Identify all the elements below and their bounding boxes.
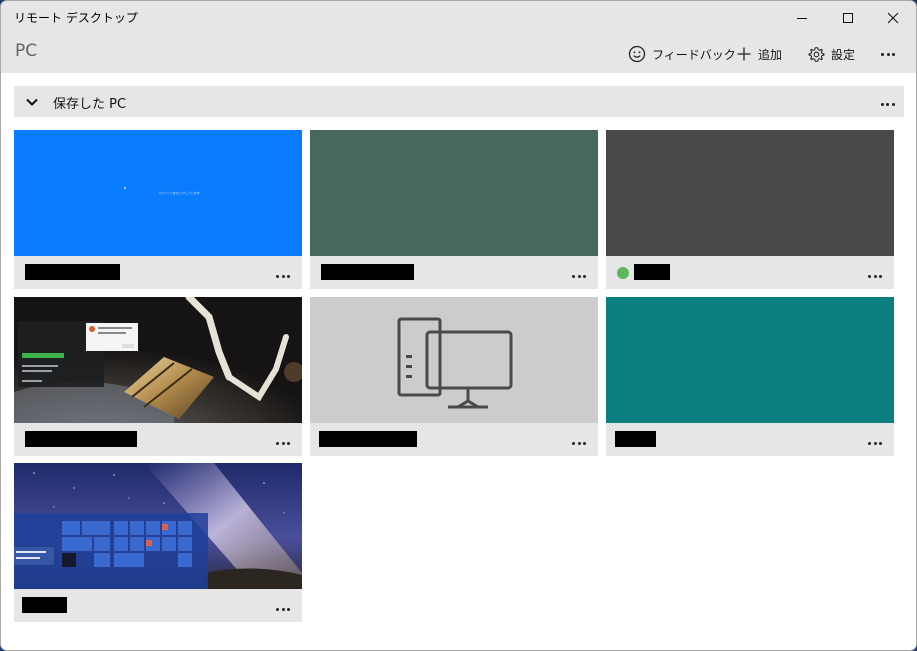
pc-thumbnail[interactable] (310, 297, 598, 423)
group-label: 保存した PC (53, 97, 127, 112)
app-window: リモート デスクトップ PC フィードバック 追加 設定 保存した PC スクリ… (0, 0, 917, 651)
add-button[interactable]: 追加 (736, 41, 782, 67)
milky-way-start-menu (14, 463, 302, 589)
pc-tile-footer (14, 423, 302, 456)
more-icon[interactable] (879, 94, 896, 113)
pc-tile[interactable] (310, 297, 598, 456)
cursor-dot (124, 187, 126, 189)
redacted-pc-name (25, 431, 137, 447)
smiley-icon (628, 45, 646, 63)
title-bar: リモート デスクトップ PC フィードバック 追加 設定 (1, 1, 916, 73)
pc-tile-footer (606, 423, 894, 456)
pc-tile-footer (14, 589, 302, 622)
space-station-wallpaper (14, 297, 302, 423)
pc-tile[interactable] (14, 463, 302, 622)
plus-icon (737, 47, 751, 61)
chevron-down-icon (26, 98, 38, 106)
pc-tile-footer (14, 256, 302, 289)
maximize-button[interactable] (825, 1, 871, 34)
more-icon[interactable] (867, 266, 885, 278)
feedback-button[interactable]: フィードバック (628, 41, 736, 67)
pc-thumbnail[interactable] (14, 463, 302, 589)
minimize-icon (797, 17, 807, 19)
pc-tile-footer (310, 256, 598, 289)
more-icon[interactable] (867, 433, 885, 445)
close-icon (887, 12, 899, 23)
close-button[interactable] (870, 1, 916, 34)
desktop-pc-icon (397, 317, 513, 409)
gear-icon (808, 46, 825, 62)
window-title: リモート デスクトップ (14, 11, 138, 25)
more-icon[interactable] (275, 266, 293, 278)
pc-thumbnail[interactable] (14, 297, 302, 423)
more-icon (880, 47, 897, 61)
more-icon[interactable] (571, 266, 589, 278)
redacted-pc-name (25, 264, 120, 280)
more-icon[interactable] (275, 433, 293, 445)
pc-tile[interactable] (310, 130, 598, 289)
redacted-pc-name (615, 431, 656, 447)
page-title: PC (15, 41, 38, 61)
pc-thumbnail[interactable] (310, 130, 598, 256)
pc-tile-footer (606, 256, 894, 289)
more-icon[interactable] (275, 599, 293, 611)
lock-screen-text: スクリーンをロックしています (158, 191, 200, 195)
pc-tile[interactable] (606, 297, 894, 456)
feedback-label: フィードバック (652, 47, 736, 62)
redacted-pc-name (319, 431, 417, 447)
pc-tile[interactable] (606, 130, 894, 289)
redacted-pc-name (22, 597, 67, 613)
redacted-pc-name (634, 264, 670, 280)
pc-thumbnail[interactable] (606, 297, 894, 423)
more-icon[interactable] (571, 433, 589, 445)
more-button[interactable] (880, 41, 897, 67)
pc-thumbnail[interactable]: スクリーンをロックしています (14, 130, 302, 256)
settings-label: 設定 (831, 47, 856, 62)
saved-pcs-group-header[interactable]: 保存した PC (14, 86, 904, 117)
minimize-button[interactable] (779, 1, 825, 34)
pc-tile[interactable]: スクリーンをロックしています (14, 130, 302, 289)
pc-tile[interactable] (14, 297, 302, 456)
settings-button[interactable]: 設定 (808, 41, 855, 67)
online-status-icon (617, 267, 629, 279)
pc-thumbnail[interactable] (606, 130, 894, 256)
redacted-pc-name (321, 264, 414, 280)
add-label: 追加 (758, 47, 783, 62)
pc-tile-footer (310, 423, 598, 456)
maximize-icon (843, 12, 853, 23)
